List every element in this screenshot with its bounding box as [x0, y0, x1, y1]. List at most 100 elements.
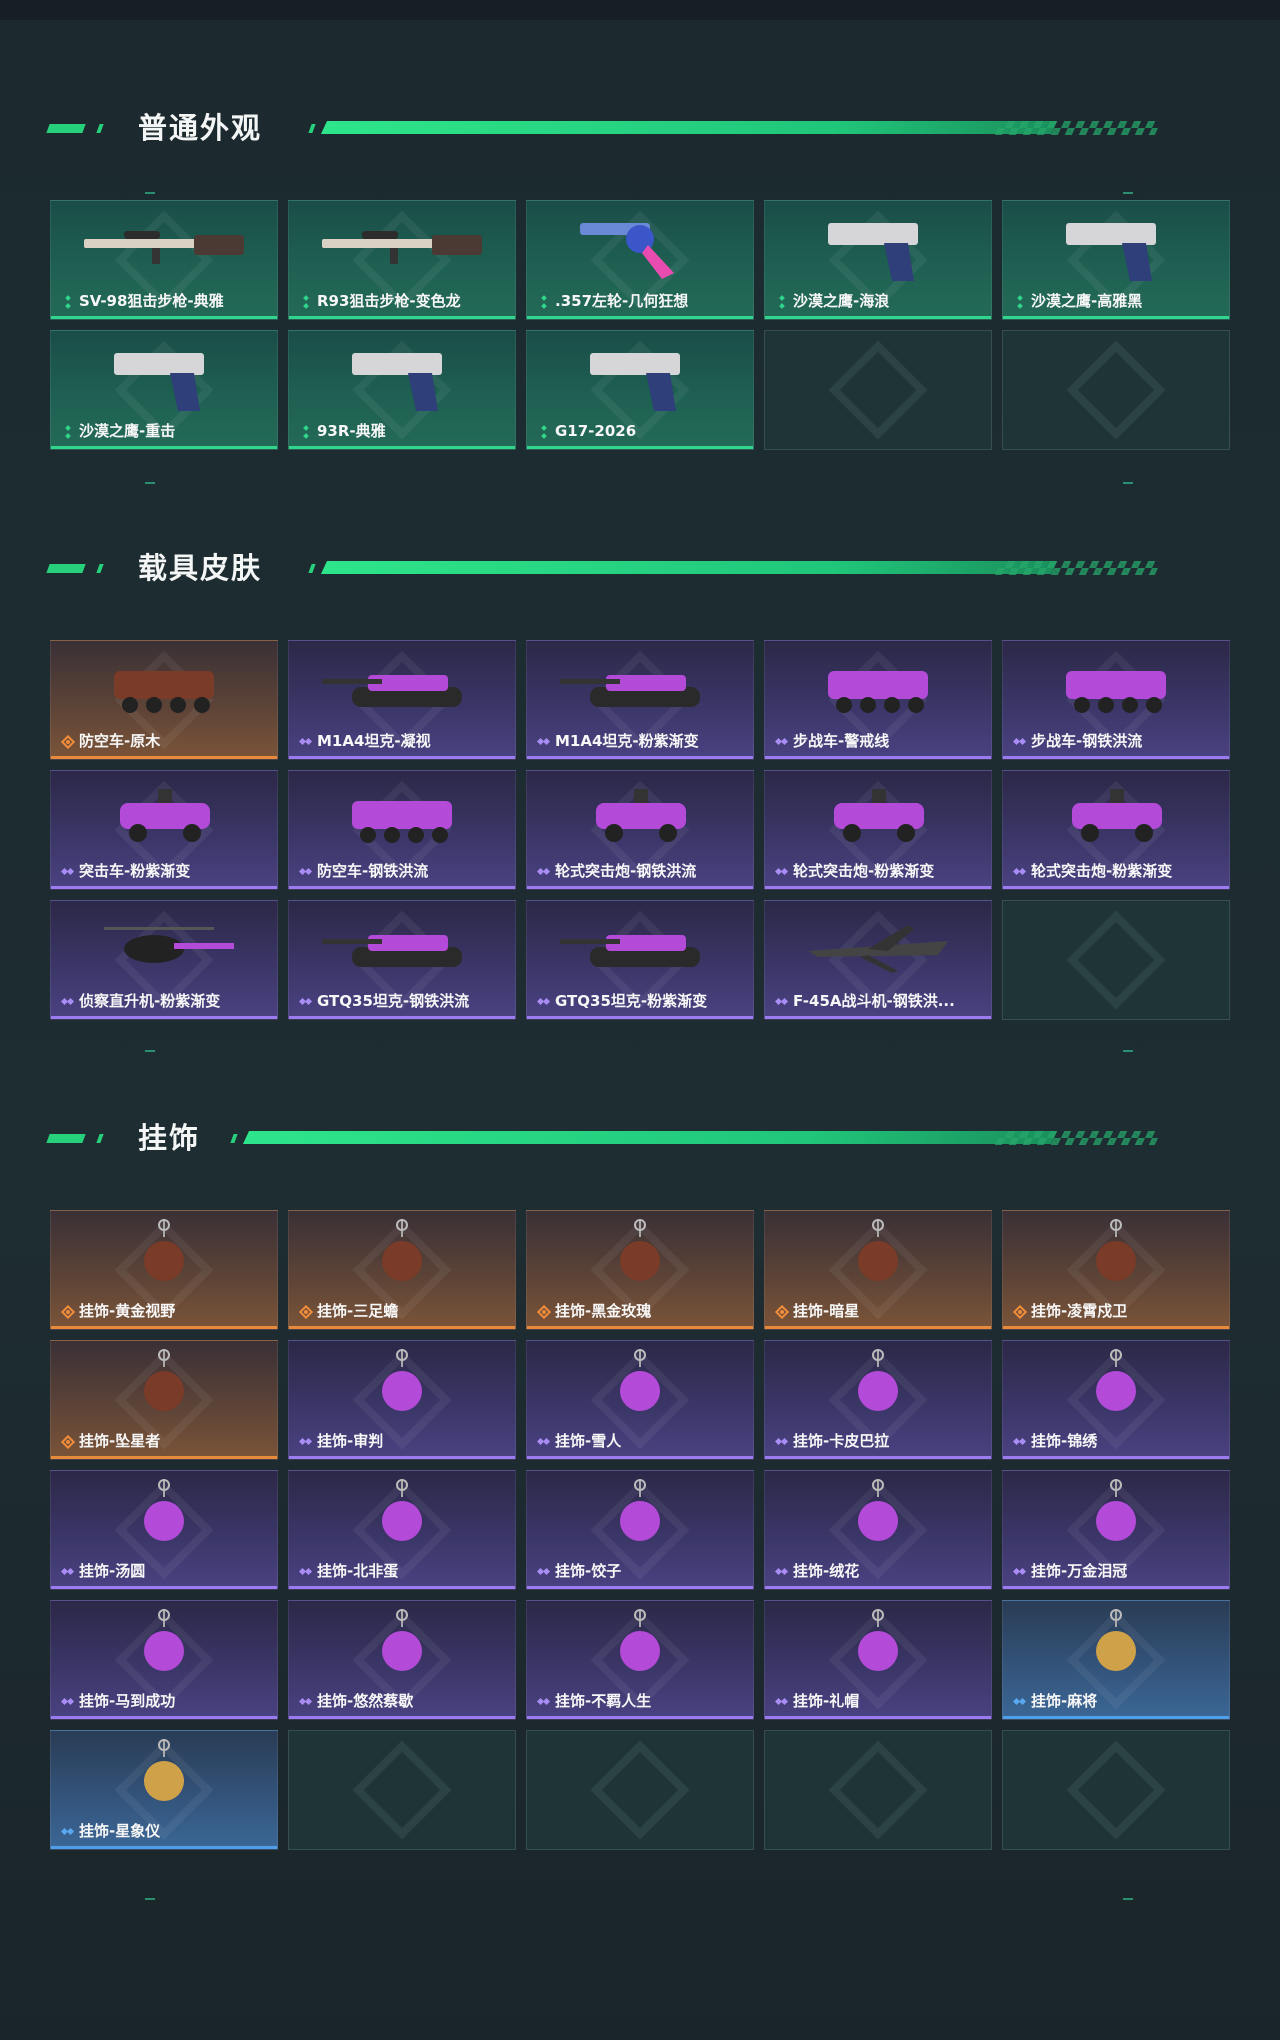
section-header-vehicles: 载具皮肤: [46, 548, 1228, 588]
empty-slot: [764, 1730, 992, 1850]
rarity-bar: [51, 1846, 277, 1849]
skin-card[interactable]: 挂饰-万金泪冠: [1002, 1470, 1230, 1590]
skin-card[interactable]: GTQ35坦克-钢铁洪流: [288, 900, 516, 1020]
skin-card-label: 挂饰-饺子: [555, 1562, 622, 1580]
charm-icon: [527, 1215, 753, 1297]
header-accent: [230, 1134, 238, 1143]
skin-card[interactable]: 挂饰-暗星: [764, 1210, 992, 1330]
skin-card-label: 步战车-警戒线: [793, 732, 890, 750]
skin-card[interactable]: 挂饰-三足蟾: [288, 1210, 516, 1330]
skin-card-label: 挂饰-黑金玫瑰: [555, 1302, 652, 1320]
tank-icon: [289, 645, 515, 727]
skin-card[interactable]: 挂饰-北非蛋: [288, 1470, 516, 1590]
revolver-icon: [527, 205, 753, 287]
weapon-skins-grid: SV-98狙击步枪-典雅 R93狙击步枪-变色龙 .357左轮-几何狂想 沙漠之鹰-海…: [50, 200, 1230, 450]
charm-icon: [1003, 1605, 1229, 1687]
skin-card[interactable]: 挂饰-凌霄戍卫: [1002, 1210, 1230, 1330]
rarity-purple-icon: [536, 1694, 551, 1707]
rarity-purple-icon: [774, 734, 789, 747]
skin-card[interactable]: 挂饰-汤圆: [50, 1470, 278, 1590]
skin-card[interactable]: F-45A战斗机-钢铁洪...: [764, 900, 992, 1020]
rarity-purple-icon: [536, 1434, 551, 1447]
section-title: 普通外观: [138, 111, 263, 145]
skin-card[interactable]: M1A4坦克-粉紫渐变: [526, 640, 754, 760]
skin-card[interactable]: 步战车-钢铁洪流: [1002, 640, 1230, 760]
tank-icon: [527, 645, 753, 727]
rarity-bar: [289, 1016, 515, 1019]
empty-slot: [288, 1730, 516, 1850]
rarity-purple-icon: [60, 1694, 75, 1707]
skin-card-label: 挂饰-不羁人生: [555, 1692, 652, 1710]
skin-card[interactable]: .357左轮-几何狂想: [526, 200, 754, 320]
skin-card[interactable]: 挂饰-礼帽: [764, 1600, 992, 1720]
pistol-icon: [51, 335, 277, 417]
skin-card-label: 挂饰-锦绣: [1031, 1432, 1098, 1450]
skin-card[interactable]: 挂饰-雪人: [526, 1340, 754, 1460]
charm-icon: [527, 1475, 753, 1557]
skin-card[interactable]: 挂饰-卡皮巴拉: [764, 1340, 992, 1460]
skin-card[interactable]: 挂饰-锦绣: [1002, 1340, 1230, 1460]
sniper-rifle-icon: [51, 205, 277, 287]
skin-card-label: 轮式突击炮-粉紫渐变: [1031, 862, 1173, 880]
skin-card[interactable]: 挂饰-绒花: [764, 1470, 992, 1590]
skin-card[interactable]: 挂饰-麻将: [1002, 1600, 1230, 1720]
rarity-bar: [765, 1716, 991, 1719]
skin-card-label: R93狙击步枪-变色龙: [317, 292, 461, 310]
skin-card[interactable]: G17-2026: [526, 330, 754, 450]
rarity-bar: [51, 1016, 277, 1019]
skin-card[interactable]: 沙漠之鹰-重击: [50, 330, 278, 450]
rarity-purple-icon: [774, 1434, 789, 1447]
rarity-bar: [1003, 316, 1229, 319]
skin-card[interactable]: 挂饰-马到成功: [50, 1600, 278, 1720]
rarity-purple-icon: [536, 1564, 551, 1577]
watermark-logo: [1066, 340, 1166, 440]
skin-card[interactable]: 沙漠之鹰-高雅黑: [1002, 200, 1230, 320]
rarity-green-icon: [61, 294, 74, 309]
skin-card-label: 挂饰-暗星: [793, 1302, 860, 1320]
rarity-orange-icon: [1012, 1304, 1028, 1320]
skin-card-label: 沙漠之鹰-海浪: [793, 292, 890, 310]
rarity-purple-icon: [298, 734, 313, 747]
skin-card-label: 突击车-粉紫渐变: [79, 862, 191, 880]
skin-card[interactable]: 轮式突击炮-粉紫渐变: [1002, 770, 1230, 890]
skin-card[interactable]: 步战车-警戒线: [764, 640, 992, 760]
rarity-bar: [51, 1716, 277, 1719]
skin-card[interactable]: 轮式突击炮-粉紫渐变: [764, 770, 992, 890]
rarity-green-icon: [775, 294, 788, 309]
skin-card[interactable]: 挂饰-黄金视野: [50, 1210, 278, 1330]
helicopter-icon: [51, 905, 277, 987]
charm-icon: [1003, 1475, 1229, 1557]
skin-card-label: M1A4坦克-凝视: [317, 732, 431, 750]
skin-card-label: 挂饰-星象仪: [79, 1822, 161, 1840]
rarity-green-icon: [537, 424, 550, 439]
pistol-icon: [289, 335, 515, 417]
charm-icon: [765, 1345, 991, 1427]
skin-card[interactable]: 挂饰-悠然蔡歇: [288, 1600, 516, 1720]
header-bar: [242, 1131, 1058, 1144]
skin-card[interactable]: 挂饰-饺子: [526, 1470, 754, 1590]
rarity-bar: [51, 1326, 277, 1329]
skin-card[interactable]: 挂饰-审判: [288, 1340, 516, 1460]
skin-card[interactable]: R93狙击步枪-变色龙: [288, 200, 516, 320]
skin-card[interactable]: 挂饰-黑金玫瑰: [526, 1210, 754, 1330]
skin-card[interactable]: 挂饰-不羁人生: [526, 1600, 754, 1720]
rarity-bar: [1003, 756, 1229, 759]
assault-car-icon: [51, 775, 277, 857]
skin-card[interactable]: 挂饰-星象仪: [50, 1730, 278, 1850]
watermark-logo: [828, 340, 928, 440]
skin-card[interactable]: 沙漠之鹰-海浪: [764, 200, 992, 320]
skin-card[interactable]: 挂饰-坠星者: [50, 1340, 278, 1460]
skin-card[interactable]: M1A4坦克-凝视: [288, 640, 516, 760]
section-header-charms: 挂饰: [46, 1118, 1228, 1158]
skin-card[interactable]: 轮式突击炮-钢铁洪流: [526, 770, 754, 890]
skin-card[interactable]: 突击车-粉紫渐变: [50, 770, 278, 890]
skin-card[interactable]: SV-98狙击步枪-典雅: [50, 200, 278, 320]
header-accent: [308, 124, 316, 133]
skin-card[interactable]: 93R-典雅: [288, 330, 516, 450]
skin-card-label: 挂饰-北非蛋: [317, 1562, 399, 1580]
skin-card[interactable]: 防空车-钢铁洪流: [288, 770, 516, 890]
skin-card[interactable]: GTQ35坦克-粉紫渐变: [526, 900, 754, 1020]
skin-card[interactable]: 侦察直升机-粉紫渐变: [50, 900, 278, 1020]
skin-card[interactable]: 防空车-原木: [50, 640, 278, 760]
header-checker: [994, 121, 1162, 135]
